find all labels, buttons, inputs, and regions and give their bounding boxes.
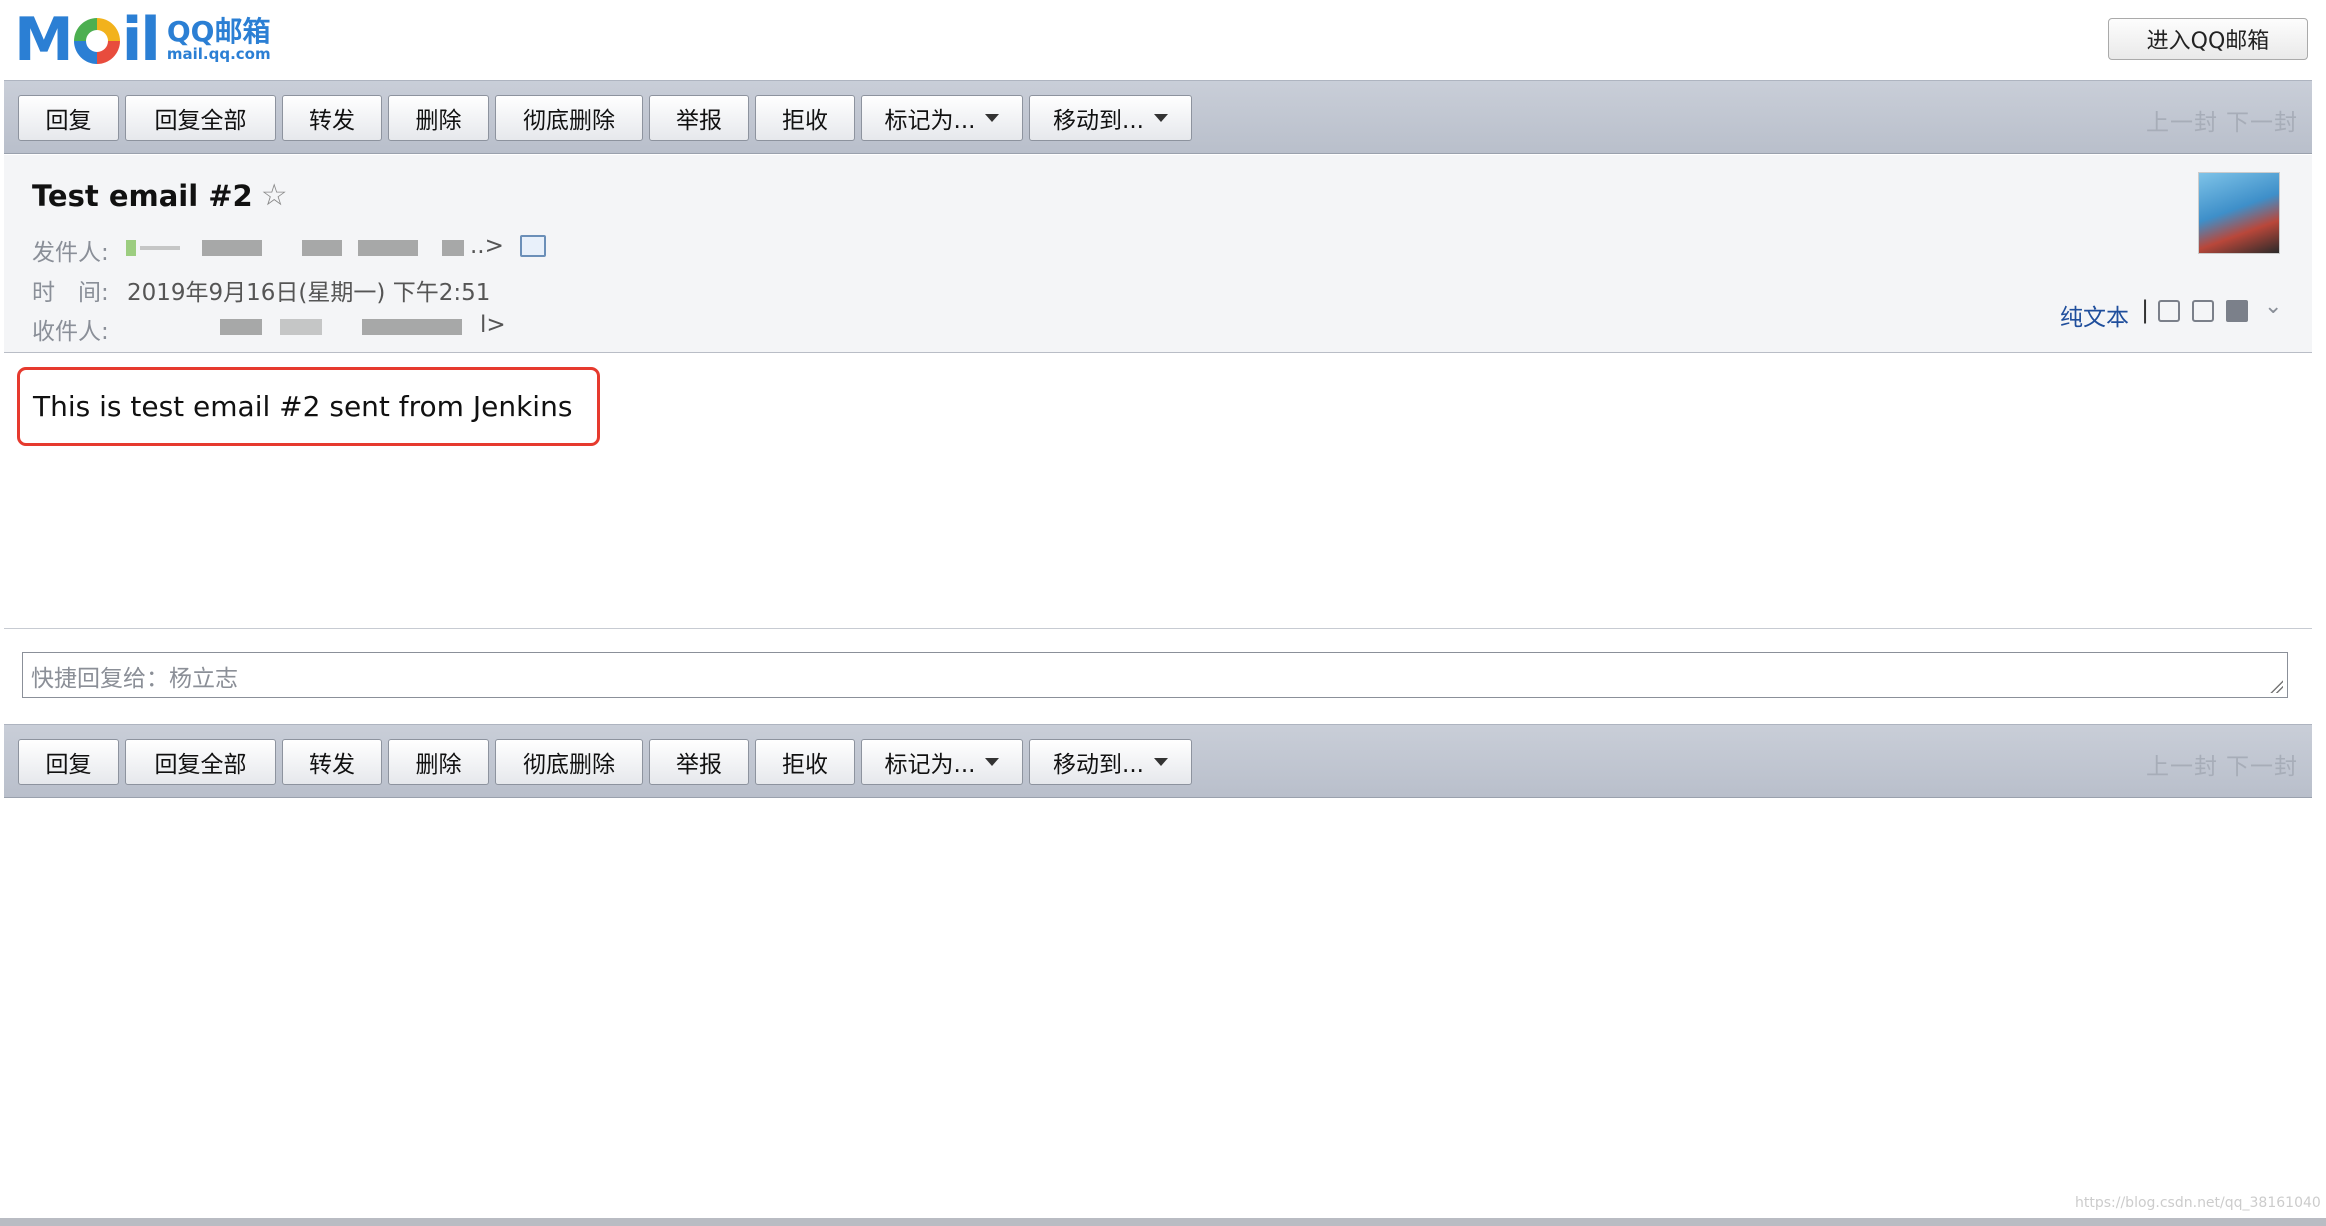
body-divider: [4, 628, 2312, 629]
delete-permanently-button[interactable]: 彻底删除: [495, 739, 643, 785]
logo-letters-il: il: [121, 5, 161, 75]
reject-button[interactable]: 拒收: [755, 739, 855, 785]
download-icon[interactable]: [2192, 300, 2214, 322]
reply-all-button[interactable]: 回复全部: [125, 95, 276, 141]
delete-permanently-button-label: 彻底删除: [523, 752, 615, 778]
bottom-strip: [0, 1218, 2326, 1226]
plain-text-link[interactable]: 纯文本: [2060, 298, 2129, 332]
prev-mail-link[interactable]: 上一封: [2146, 103, 2218, 137]
reply-all-button-label: 回复全部: [154, 752, 247, 778]
forward-button[interactable]: 转发: [282, 95, 382, 141]
report-button[interactable]: 举报: [649, 95, 749, 141]
sender-redacted[interactable]: [120, 236, 520, 260]
reject-button[interactable]: 拒收: [755, 95, 855, 141]
resize-handle-icon[interactable]: [2269, 679, 2283, 693]
mail-navigation: 上一封 下一封: [2146, 747, 2298, 781]
reply-all-button[interactable]: 回复全部: [125, 739, 276, 785]
qq-mail-logo[interactable]: Mil QQ邮箱 mail.qq.com: [14, 10, 271, 70]
move-to-dropdown[interactable]: 移动到...: [1029, 739, 1192, 785]
next-mail-link[interactable]: 下一封: [2226, 747, 2298, 781]
mark-as-dropdown[interactable]: 标记为...: [861, 739, 1023, 785]
forward-button-label: 转发: [309, 752, 355, 778]
action-separator: |: [2141, 296, 2150, 324]
from-label: 发件人:: [32, 240, 109, 266]
bottom-toolbar: 回复 回复全部 转发 删除 彻底删除 举报 拒收 标记为... 移动到... 上…: [4, 724, 2312, 798]
mark-as-dropdown[interactable]: 标记为...: [861, 95, 1023, 141]
logo-mark: Mil: [14, 10, 161, 70]
reply-all-button-label: 回复全部: [154, 108, 247, 134]
delete-button-label: 删除: [415, 752, 462, 778]
quick-reply-placeholder: 快捷回复给：杨立志: [31, 666, 238, 692]
mail-body-text: This is test email #2 sent from Jenkins: [33, 390, 573, 423]
sender-avatar[interactable]: [2198, 172, 2280, 254]
dropdown-arrow-icon: [985, 758, 1000, 766]
recipient-suffix: l>: [480, 312, 506, 338]
reply-button-label: 回复: [45, 752, 92, 778]
recipient-redacted[interactable]: [200, 316, 480, 340]
logo-title: QQ邮箱: [166, 15, 271, 49]
chevron-down-icon[interactable]: ⌄: [2264, 294, 2282, 319]
watermark: https://blog.csdn.net/qq_38161040: [2075, 1195, 2321, 1211]
logo-url: mail.qq.com: [166, 44, 271, 63]
to-label: 收件人:: [32, 319, 109, 345]
subject-text: Test email #2: [32, 178, 253, 213]
logo-letter-m: M: [14, 5, 74, 75]
time-label: 时 间:: [32, 280, 109, 306]
logo-text: QQ邮箱 mail.qq.com: [167, 17, 271, 62]
mail-subject: Test email #2 ☆: [32, 178, 288, 213]
report-button-label: 举报: [676, 752, 722, 778]
reply-button[interactable]: 回复: [18, 95, 119, 141]
contact-card-icon[interactable]: [520, 235, 546, 257]
delete-button[interactable]: 删除: [388, 95, 489, 141]
logo-bell-icon: [73, 18, 120, 64]
dropdown-arrow-icon: [1153, 758, 1168, 766]
report-button[interactable]: 举报: [649, 739, 749, 785]
delete-button[interactable]: 删除: [388, 739, 489, 785]
move-to-dropdown[interactable]: 移动到...: [1029, 95, 1192, 141]
star-icon[interactable]: ☆: [261, 178, 288, 213]
forward-button[interactable]: 转发: [282, 739, 382, 785]
reply-button-label: 回复: [45, 108, 92, 134]
print-icon[interactable]: [2226, 300, 2248, 322]
top-toolbar: 回复 回复全部 转发 删除 彻底删除 举报 拒收 标记为... 移动到... 上…: [4, 80, 2312, 154]
move-to-label: 移动到...: [1053, 752, 1144, 778]
report-button-label: 举报: [676, 108, 722, 134]
reject-button-label: 拒收: [782, 108, 828, 134]
mark-as-label: 标记为...: [884, 752, 976, 778]
dropdown-arrow-icon: [1153, 114, 1168, 122]
delete-button-label: 删除: [415, 108, 462, 134]
quick-reply-input[interactable]: 快捷回复给：杨立志: [22, 652, 2288, 698]
forward-button-label: 转发: [309, 108, 355, 134]
mail-navigation: 上一封 下一封: [2146, 103, 2298, 137]
reply-button[interactable]: 回复: [18, 739, 119, 785]
dropdown-arrow-icon: [985, 114, 1000, 122]
enter-qq-mail-button[interactable]: 进入QQ邮箱: [2108, 18, 2308, 60]
note-icon[interactable]: [2158, 300, 2180, 322]
delete-permanently-button[interactable]: 彻底删除: [495, 95, 643, 141]
prev-mail-link[interactable]: 上一封: [2146, 747, 2218, 781]
reject-button-label: 拒收: [782, 752, 828, 778]
mark-as-label: 标记为...: [884, 108, 976, 134]
next-mail-link[interactable]: 下一封: [2226, 103, 2298, 137]
time-value: 2019年9月16日(星期一) 下午2:51: [127, 280, 491, 306]
delete-permanently-button-label: 彻底删除: [523, 108, 615, 134]
move-to-label: 移动到...: [1053, 108, 1144, 134]
sender-suffix: ..>: [470, 233, 504, 259]
